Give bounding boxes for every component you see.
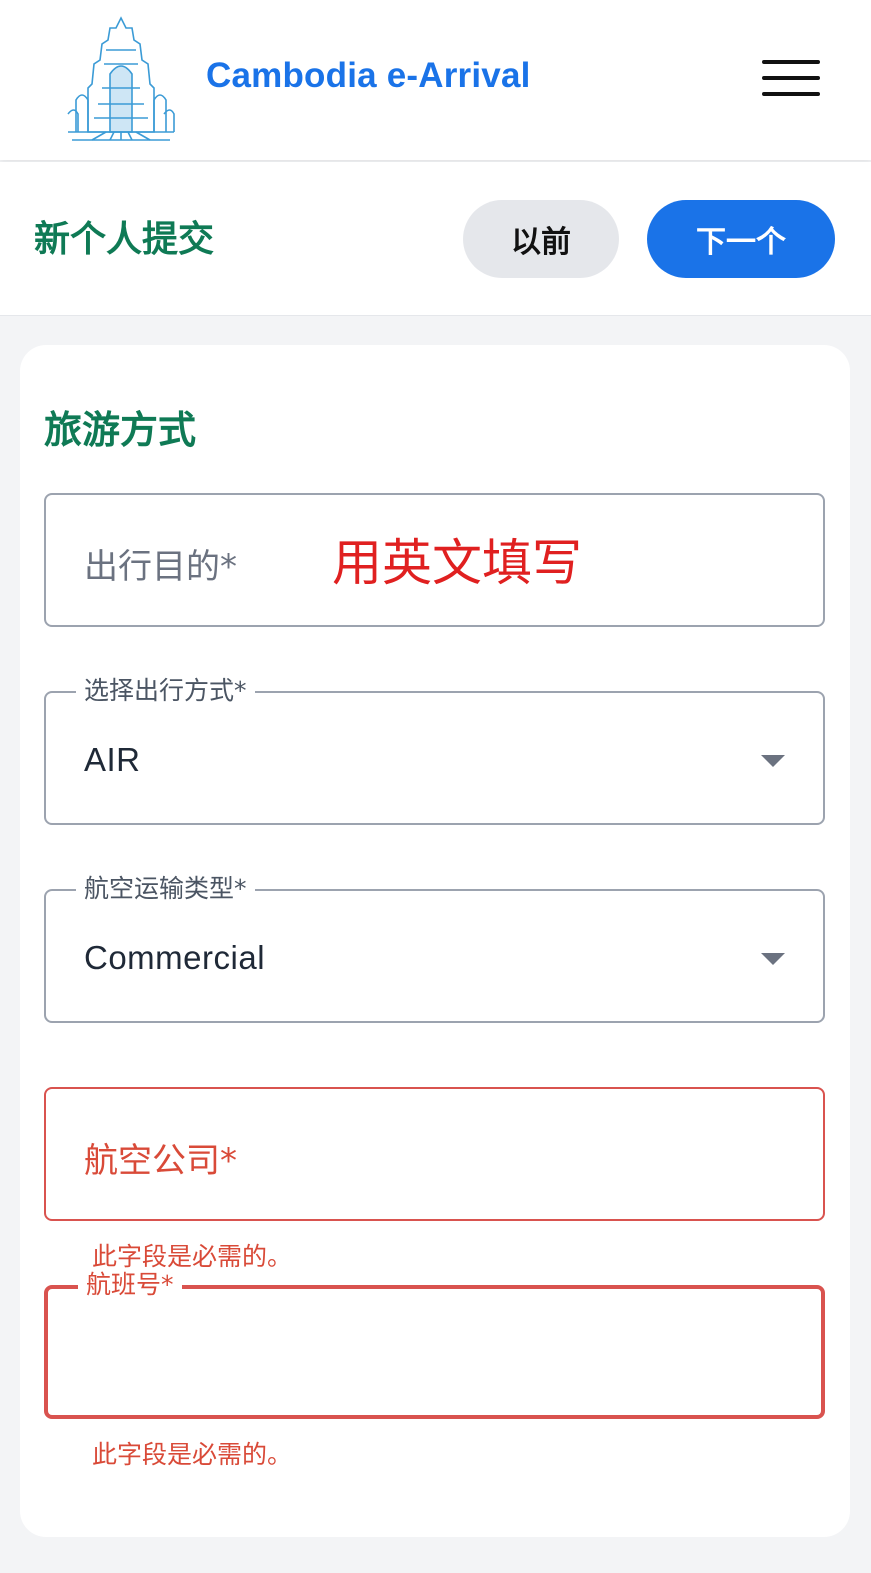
flight-number-label: 航班号*: [78, 1269, 182, 1301]
dropdown-arrow-icon[interactable]: [761, 755, 785, 767]
previous-button[interactable]: 以前: [463, 200, 619, 278]
air-transport-type-value: Commercial: [84, 939, 266, 976]
app-title: Cambodia e-Arrival: [206, 56, 531, 95]
app-header: Cambodia e-Arrival: [0, 0, 871, 160]
air-transport-type-label: 航空运输类型*: [76, 873, 255, 905]
travel-mode-value: AIR: [84, 741, 141, 778]
page-title: 新个人提交: [34, 219, 215, 260]
fill-in-english-annotation: 用英文填写: [332, 534, 582, 592]
airline-placeholder: 航空公司*: [84, 1141, 237, 1181]
angkor-temple-icon: [67, 16, 175, 141]
dropdown-arrow-icon[interactable]: [761, 953, 785, 965]
air-transport-type-select[interactable]: 航空运输类型* Commercial: [44, 873, 825, 1023]
submission-toolbar: 新个人提交 以前 下一个: [0, 162, 871, 316]
hamburger-menu-icon[interactable]: [760, 58, 822, 100]
flight-number-input[interactable]: 航班号*: [44, 1269, 825, 1419]
next-button[interactable]: 下一个: [647, 200, 835, 278]
section-title: 旅游方式: [44, 408, 197, 452]
travel-mode-form-card: 旅游方式 出行目的* 用英文填写 选择出行方式* AIR 航空运输类型* Com…: [20, 345, 850, 1537]
flight-number-error-message: 此字段是必需的。: [92, 1440, 293, 1469]
travel-mode-label: 选择出行方式*: [76, 675, 255, 707]
travel-mode-select[interactable]: 选择出行方式* AIR: [44, 675, 825, 825]
travel-purpose-input[interactable]: 出行目的* 用英文填写: [44, 493, 825, 627]
travel-purpose-placeholder: 出行目的*: [84, 547, 237, 587]
airline-input[interactable]: 航空公司*: [44, 1087, 825, 1221]
airline-error-message: 此字段是必需的。: [92, 1242, 293, 1271]
